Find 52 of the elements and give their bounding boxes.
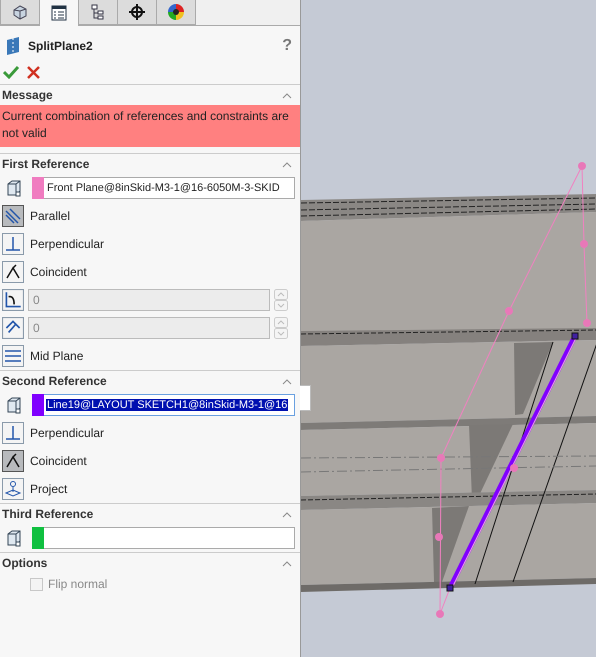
selection-field[interactable]: Line19@LAYOUT SKETCH1@8inSkid-M3-1@16 bbox=[32, 394, 295, 416]
selection-field[interactable] bbox=[32, 527, 295, 549]
coincident-button[interactable] bbox=[2, 450, 24, 472]
panel-tab[interactable] bbox=[39, 0, 79, 26]
color-wheel-icon bbox=[167, 3, 185, 21]
feature-title: SplitPlane2 bbox=[28, 39, 94, 53]
mid-plane-button[interactable] bbox=[2, 345, 24, 367]
collapse-icon[interactable] bbox=[282, 162, 292, 168]
close-icon bbox=[27, 66, 40, 78]
option-label: Perpendicular bbox=[30, 426, 104, 440]
panel-tab[interactable] bbox=[156, 0, 196, 25]
option-label: Project bbox=[30, 482, 68, 496]
error-message: Current combination of references and constraints are not valid bbox=[0, 105, 300, 147]
parallel-icon bbox=[4, 207, 22, 225]
collapse-icon[interactable] bbox=[282, 93, 292, 99]
option-label: Mid Plane bbox=[30, 349, 84, 363]
collapse-icon[interactable] bbox=[282, 379, 292, 385]
option-label: Coincident bbox=[30, 454, 87, 468]
property-list-icon bbox=[50, 4, 68, 22]
check-icon bbox=[3, 65, 19, 79]
coincident-button[interactable] bbox=[2, 261, 24, 283]
help-button[interactable]: ? bbox=[280, 37, 294, 55]
panel-tab[interactable] bbox=[0, 0, 40, 25]
section-heading: First Reference bbox=[2, 157, 90, 171]
section-heading: Third Reference bbox=[2, 507, 94, 521]
collapse-icon[interactable] bbox=[282, 512, 292, 518]
coincident-icon bbox=[4, 452, 22, 470]
option-label: Parallel bbox=[30, 209, 70, 223]
perpendicular-button[interactable] bbox=[2, 233, 24, 255]
section-heading: Options bbox=[2, 556, 48, 570]
perpendicular-button[interactable] bbox=[2, 422, 24, 444]
section-heading: Message bbox=[2, 88, 53, 102]
selection-field[interactable]: Front Plane@8inSkid-M3-1@16-6050M-3-SKID bbox=[32, 177, 295, 199]
ok-button[interactable] bbox=[2, 64, 20, 80]
part-icon bbox=[11, 3, 29, 21]
option-label: Perpendicular bbox=[30, 237, 104, 251]
project-icon bbox=[4, 480, 22, 498]
section-heading: Second Reference bbox=[2, 374, 107, 388]
coincident-icon bbox=[4, 263, 22, 281]
project-button[interactable] bbox=[2, 478, 24, 500]
split-plane-icon bbox=[6, 36, 20, 56]
panel-tab[interactable] bbox=[117, 0, 157, 25]
perpendicular-icon bbox=[4, 424, 22, 442]
panel-tab[interactable] bbox=[78, 0, 118, 25]
crosshair-icon bbox=[128, 3, 146, 21]
parallel-button[interactable] bbox=[2, 205, 24, 227]
option-label: Coincident bbox=[30, 265, 87, 279]
panel-handle[interactable] bbox=[300, 385, 311, 411]
collapse-icon[interactable] bbox=[282, 561, 292, 567]
checkbox-label: Flip normal bbox=[48, 577, 108, 591]
perpendicular-icon bbox=[4, 235, 22, 253]
cancel-button[interactable] bbox=[26, 64, 41, 80]
